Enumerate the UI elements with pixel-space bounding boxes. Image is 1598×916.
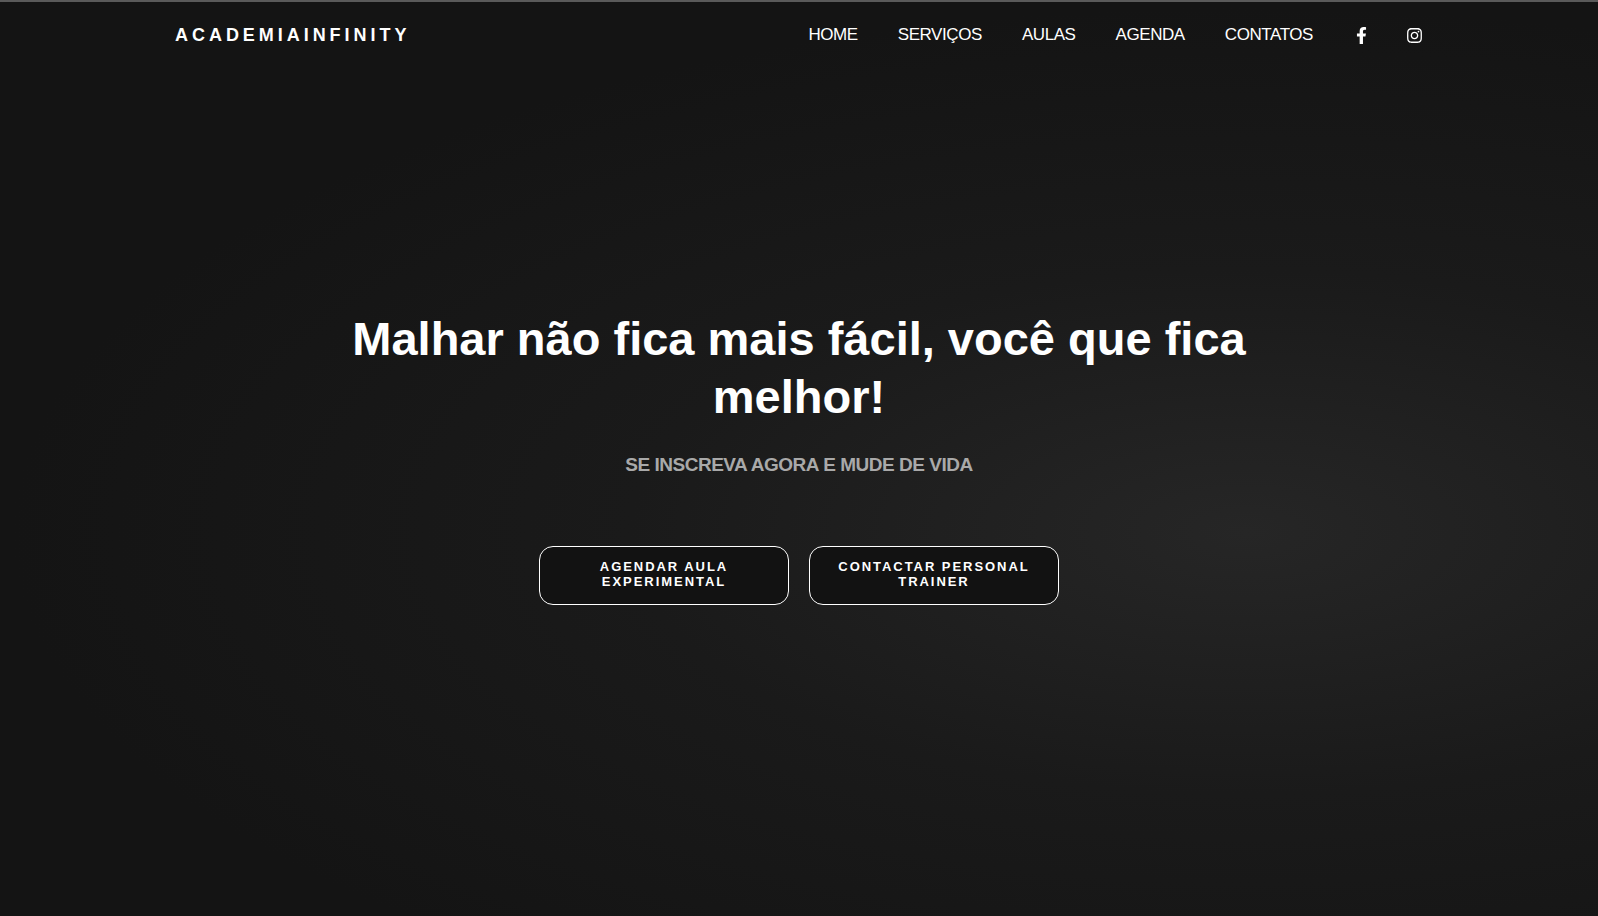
nav-menu: HOME SERVIÇOS AULAS AGENDA CONTATOS — [808, 22, 1423, 48]
navbar: ACADEMIAINFINITY HOME SERVIÇOS AULAS AGENDA C… — [167, 2, 1431, 68]
nav-link[interactable]: AGENDA — [1116, 22, 1185, 48]
hero-button[interactable]: CONTACTAR PERSONAL TRAINER — [809, 546, 1059, 605]
nav-link[interactable]: HOME — [808, 22, 857, 48]
hero-buttons: AGENDAR AULA EXPERIMENTAL CONTACTAR PERSO… — [539, 546, 1059, 605]
page: ACADEMIAINFINITY HOME SERVIÇOS AULAS AGENDA C… — [0, 0, 1598, 916]
instagram-icon[interactable] — [1406, 27, 1423, 44]
hero: Malhar não fica mais fácil, você que fic… — [0, 68, 1598, 916]
nav-link[interactable]: AULAS — [1022, 22, 1076, 48]
hero-title: Malhar não fica mais fácil, você que fic… — [349, 310, 1249, 428]
hero-button[interactable]: AGENDAR AULA EXPERIMENTAL — [539, 546, 789, 605]
nav-link[interactable]: CONTATOS — [1225, 22, 1313, 48]
hero-subtitle: SE INSCREVA AGORA E MUDE DE VIDA — [625, 451, 973, 480]
nav-link[interactable]: SERVIÇOS — [898, 22, 982, 48]
social-links — [1353, 27, 1423, 44]
facebook-icon[interactable] — [1353, 27, 1370, 44]
logo[interactable]: ACADEMIAINFINITY — [175, 22, 410, 49]
